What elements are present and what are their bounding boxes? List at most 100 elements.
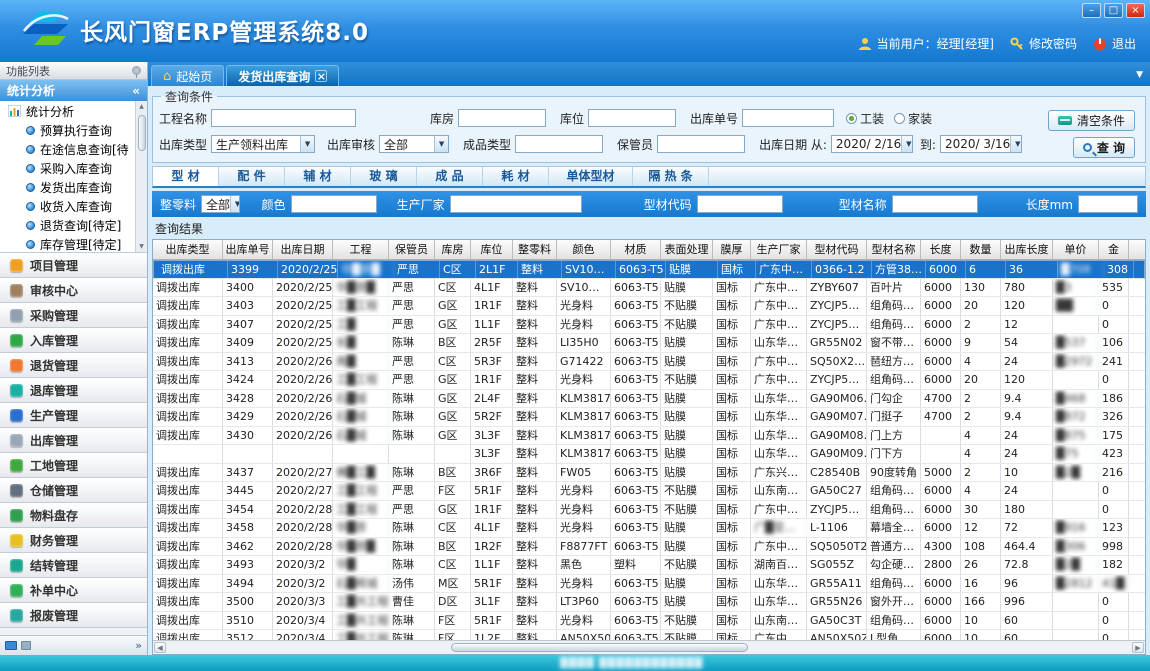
table-row[interactable]: 调拨出库35122020/3/4工█共工程陈琳F区1L2F整料AN50X50…6… bbox=[153, 630, 1145, 640]
sidebar-menu-return-warehouse[interactable]: 退库管理 bbox=[0, 378, 147, 403]
audit-select[interactable]: 全部▼ bbox=[379, 135, 449, 153]
tree-item[interactable]: 在途信息查询[待 bbox=[0, 140, 135, 159]
logout-button[interactable]: 退出 bbox=[1093, 35, 1136, 52]
manufacturer-input[interactable] bbox=[450, 195, 582, 213]
material-tab[interactable]: 配 件 bbox=[219, 167, 285, 186]
location-input[interactable] bbox=[588, 109, 676, 127]
column-header[interactable]: 保管员 bbox=[389, 240, 435, 259]
order-no-input[interactable] bbox=[742, 109, 834, 127]
close-button[interactable]: × bbox=[1126, 3, 1145, 18]
column-header[interactable]: 数量 bbox=[961, 240, 1001, 259]
sidebar-menu-carryover[interactable]: 结转管理 bbox=[0, 553, 147, 578]
column-header[interactable]: 整零料 bbox=[513, 240, 557, 259]
length-input[interactable] bbox=[1078, 195, 1138, 213]
scroll-down-icon[interactable]: ▼ bbox=[139, 241, 144, 252]
column-header[interactable]: 颜色 bbox=[557, 240, 611, 259]
material-tab[interactable]: 耗 材 bbox=[483, 167, 549, 186]
panel-icon[interactable] bbox=[21, 641, 31, 650]
scroll-right-icon[interactable]: ▶ bbox=[1132, 642, 1144, 653]
scroll-left-icon[interactable]: ◀ bbox=[154, 642, 166, 653]
column-header[interactable]: 出库单号 bbox=[223, 240, 273, 259]
tree-item[interactable]: 退货查询[待定] bbox=[0, 216, 135, 235]
warehouse-input[interactable] bbox=[458, 109, 546, 127]
outbound-type-select[interactable]: 生产领料出库▼ bbox=[211, 135, 315, 153]
date-to-select[interactable]: 2020/ 3/16▼ bbox=[940, 135, 1022, 153]
sidebar-menu-finance[interactable]: 财务管理 bbox=[0, 528, 147, 553]
sidebar-menu-project[interactable]: 项目管理 bbox=[0, 253, 147, 278]
tree-scrollbar-thumb[interactable] bbox=[138, 115, 146, 151]
column-header[interactable]: 单价 bbox=[1053, 240, 1099, 259]
column-header[interactable]: 膜厚 bbox=[713, 240, 751, 259]
column-header[interactable]: 工程 bbox=[333, 240, 389, 259]
sidebar-menu-inbound[interactable]: 入库管理 bbox=[0, 328, 147, 353]
monitor-icon[interactable] bbox=[5, 641, 17, 650]
tab-close-icon[interactable]: × bbox=[315, 70, 327, 82]
scroll-up-icon[interactable]: ▲ bbox=[139, 101, 144, 112]
column-header[interactable]: 型材名称 bbox=[867, 240, 921, 259]
column-header[interactable]: 库房 bbox=[435, 240, 471, 259]
product-type-input[interactable] bbox=[515, 135, 603, 153]
table-row[interactable]: 调拨出库34292020/2/26石█城陈琳G区5R2F整料KLM3817606… bbox=[153, 408, 1145, 427]
sidebar-menu-purchase[interactable]: 采购管理 bbox=[0, 303, 147, 328]
table-row[interactable]: 调拨出库34132020/2/26南█严思C区5R3F整料G714226063-… bbox=[153, 353, 1145, 372]
table-row[interactable]: 调拨出库35102020/3/4工█共工程陈琳F区5R1F整料光身料6063-T… bbox=[153, 612, 1145, 631]
sidebar-menu-supplement[interactable]: 补单中心 bbox=[0, 578, 147, 603]
table-row[interactable]: 调拨出库34242020/2/26工█工程严思G区1R1F整料光身料6063-T… bbox=[153, 371, 1145, 390]
table-row[interactable]: 调拨出库34092020/2/25长█陈琳B区2R5F整料LI35H06063-… bbox=[153, 334, 1145, 353]
maximize-button[interactable]: □ bbox=[1104, 3, 1123, 18]
color-input[interactable] bbox=[291, 195, 377, 213]
horizontal-scrollbar[interactable]: ◀ ▶ bbox=[153, 640, 1145, 654]
table-row[interactable]: 调拨出库34582020/2/28华█原陈琳C区4L1F整料光身料6063-T5… bbox=[153, 519, 1145, 538]
profile-name-input[interactable] bbox=[892, 195, 978, 213]
change-password-button[interactable]: 修改密码 bbox=[1010, 35, 1077, 52]
sidebar-menu-inventory[interactable]: 物料盘存 bbox=[0, 503, 147, 528]
table-row[interactable]: 调拨出库34002020/2/25华█原█严思C区4L1F整料SV10…6063… bbox=[153, 279, 1145, 298]
table-row[interactable]: 调拨出库34072020/2/25工█严思G区1L1F整料光身料6063-T5不… bbox=[153, 316, 1145, 335]
column-header[interactable]: 金 bbox=[1099, 240, 1129, 259]
search-button[interactable]: 查 询 bbox=[1073, 137, 1135, 158]
tree-root-statistics[interactable]: 统计分析 bbox=[0, 101, 135, 121]
whole-part-select[interactable]: 全部▼ bbox=[201, 195, 240, 213]
material-tab[interactable]: 型 材 bbox=[153, 167, 219, 186]
more-menus-icon[interactable]: » bbox=[135, 639, 142, 652]
radio-workwear[interactable]: 工装 bbox=[846, 110, 884, 127]
tab-list-dropdown-icon[interactable]: ▼ bbox=[1136, 70, 1143, 80]
material-tab[interactable]: 隔 热 条 bbox=[633, 167, 709, 186]
material-tab[interactable]: 辅 材 bbox=[285, 167, 351, 186]
tree-item[interactable]: 收货入库查询 bbox=[0, 197, 135, 216]
column-header[interactable]: 表面处理 bbox=[661, 240, 713, 259]
table-row[interactable]: 调拨出库34932020/3/2华█陈琳C区1L1F整料黑色塑料不贴膜国标湖南百… bbox=[153, 556, 1145, 575]
material-tab[interactable]: 成 品 bbox=[417, 167, 483, 186]
table-row[interactable]: 调拨出库34452020/2/27工█工程严思F区5R1F整料光身料6063-T… bbox=[153, 482, 1145, 501]
sidebar-menu-outbound[interactable]: 出库管理 bbox=[0, 428, 147, 453]
column-header[interactable]: 材质 bbox=[611, 240, 661, 259]
column-header[interactable]: 出库长度 bbox=[1001, 240, 1053, 259]
hscrollbar-thumb[interactable] bbox=[451, 643, 749, 652]
radio-homewear[interactable]: 家装 bbox=[894, 110, 932, 127]
table-row[interactable]: 调拨出库34942020/3/2石█辉城汤伟M区5R1F整料光身料6063-T5… bbox=[153, 575, 1145, 594]
pin-icon[interactable] bbox=[132, 66, 141, 75]
table-row[interactable]: 调拨出库34622020/2/28华█原█陈琳B区1R2F整料F8877FT60… bbox=[153, 538, 1145, 557]
column-header[interactable]: 长度 bbox=[921, 240, 961, 259]
table-row[interactable]: 调拨出库34372020/2/27佛█工█陈琳B区3R6F整料FW056063-… bbox=[153, 464, 1145, 483]
material-tab[interactable]: 单体型材 bbox=[549, 167, 633, 186]
material-tab[interactable]: 玻 璃 bbox=[351, 167, 417, 186]
table-row[interactable]: 调拨出库34282020/2/26石█城陈琳G区2L4F整料KLM3817606… bbox=[153, 390, 1145, 409]
keeper-input[interactable] bbox=[657, 135, 745, 153]
tree-item[interactable]: 发货出库查询 bbox=[0, 178, 135, 197]
collapse-icon[interactable]: « bbox=[132, 84, 140, 98]
clear-conditions-button[interactable]: 清空条件 bbox=[1048, 110, 1135, 131]
column-header[interactable]: 型材代码 bbox=[807, 240, 867, 259]
sidebar-menu-audit[interactable]: 审核中心 bbox=[0, 278, 147, 303]
profile-code-input[interactable] bbox=[697, 195, 783, 213]
tree-item[interactable]: 库存管理[待定] bbox=[0, 235, 135, 253]
sidebar-menu-storage[interactable]: 仓储管理 bbox=[0, 478, 147, 503]
tree-item[interactable]: 预算执行查询 bbox=[0, 121, 135, 140]
tab-shipment-outbound-query[interactable]: 发货出库查询 × bbox=[226, 65, 339, 86]
tree-item[interactable]: 采购入库查询 bbox=[0, 159, 135, 178]
column-header[interactable]: 出库日期 bbox=[273, 240, 333, 259]
tree-scrollbar[interactable]: ▲ ▼ bbox=[135, 101, 147, 252]
sidebar-menu-return-goods[interactable]: 退货管理 bbox=[0, 353, 147, 378]
sidebar-menu-scrap[interactable]: 报废管理 bbox=[0, 603, 147, 628]
sidebar-menu-site[interactable]: 工地管理 bbox=[0, 453, 147, 478]
